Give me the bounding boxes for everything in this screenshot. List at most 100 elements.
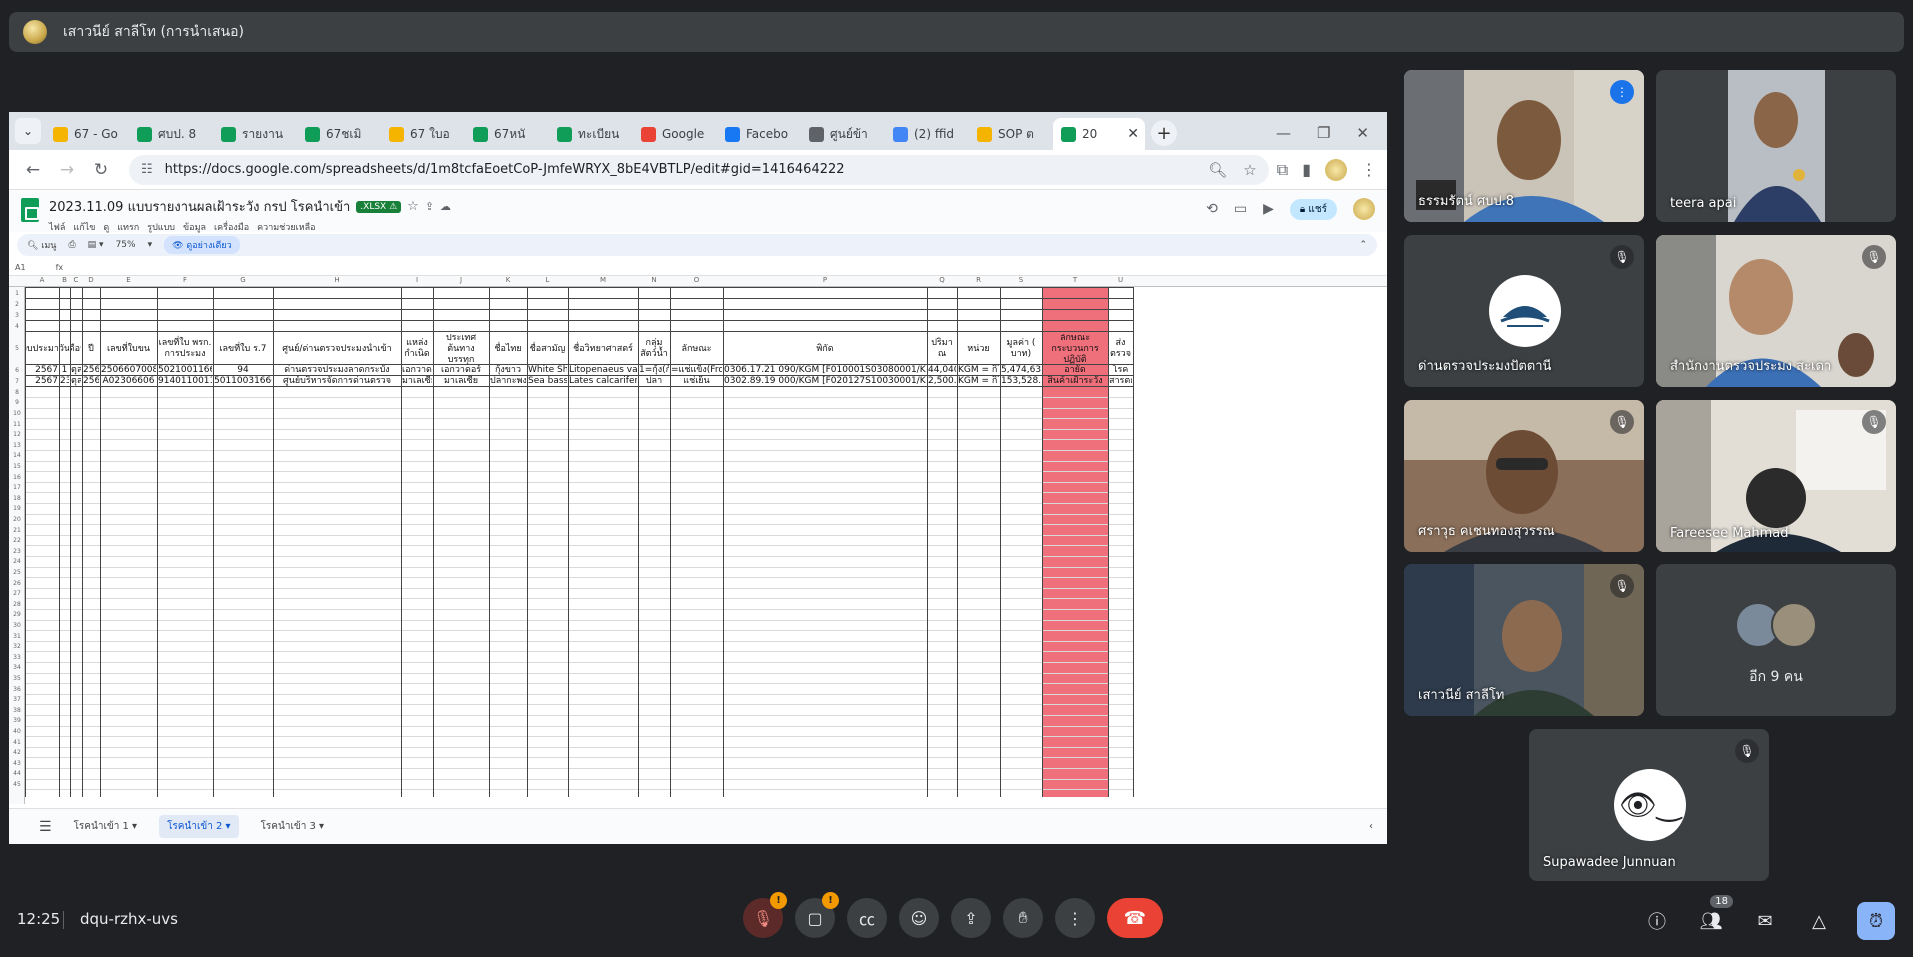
print-icon[interactable]: ⎙ — [68, 240, 75, 250]
browser-tab[interactable]: 67หนั — [465, 118, 549, 150]
browser-tab[interactable]: SOP ต — [969, 118, 1053, 150]
participant-tile[interactable]: 🎙︎ ด่านตรวจประมงปัตตานี — [1404, 235, 1644, 387]
zoom-select[interactable]: 75% — [116, 240, 136, 250]
data-cell[interactable]: 914011001166 — [158, 376, 212, 386]
view-only-chip[interactable]: 👁︎ ดูอย่างเดียว — [164, 236, 240, 254]
people-icon[interactable]: 👥︎ 18 — [1695, 895, 1733, 937]
close-window-icon[interactable]: ✕ — [1356, 124, 1369, 142]
raise-hand-button[interactable]: ✋︎ — [1003, 898, 1043, 938]
sheet-scroll-icon[interactable]: ‹ — [1369, 821, 1373, 832]
row-number[interactable]: 36 — [9, 686, 25, 693]
browser-tab[interactable]: 67 - Go — [45, 118, 129, 150]
end-call-button[interactable]: ☎︎ — [1107, 898, 1163, 938]
close-tab-icon[interactable]: ✕ — [1127, 126, 1139, 142]
sheets-menu-item[interactable]: เครื่องมือ — [214, 220, 249, 234]
row-number[interactable]: 7 — [9, 378, 25, 385]
data-cell[interactable]: 0302.89.19 000/KGM [F020127S10030001/KGM… — [724, 376, 926, 386]
column-letter[interactable]: G — [213, 276, 273, 284]
data-cell[interactable]: สินค้าเฝ้าระวัง — [1043, 376, 1107, 386]
doc-title[interactable]: 2023.11.09 แบบรายงานผลเฝ้าระวัง กรป โรคน… — [49, 196, 350, 217]
column-letter[interactable]: B — [59, 276, 70, 284]
participant-tile[interactable]: 🎙︎ Fareesee Mahmad — [1656, 400, 1896, 552]
extensions-icon[interactable]: ⧉ — [1277, 160, 1288, 180]
history-icon[interactable]: ⟲ — [1206, 201, 1218, 217]
browser-tab[interactable]: รายงาน — [213, 118, 297, 150]
row-number[interactable]: 9 — [9, 399, 25, 406]
browser-menu-icon[interactable]: ⋮ — [1361, 160, 1377, 179]
menu-search[interactable]: 🔍︎ เมนู — [27, 238, 56, 252]
row-number[interactable]: 24 — [9, 558, 25, 565]
participant-tile[interactable]: 👁︎‿ 🎙︎ Supawadee Junnuan — [1529, 729, 1769, 881]
row-number[interactable]: 44 — [9, 770, 25, 777]
header-cell[interactable]: ศูนย์/ด่านตรวจประมงนำเข้า — [274, 334, 400, 364]
row-number[interactable]: 38 — [9, 707, 25, 714]
column-letter[interactable]: N — [638, 276, 670, 284]
header-cell[interactable]: ชื่อไทย — [490, 334, 526, 364]
data-cell[interactable]: 1=กุ้ง(กุ้ง — [639, 365, 669, 375]
row-number[interactable]: 45 — [9, 781, 25, 788]
header-cell[interactable]: กลุ่ม สัตว์น้ำ — [639, 334, 669, 364]
column-letter[interactable]: D — [82, 276, 100, 284]
new-tab-button[interactable]: + — [1151, 120, 1177, 146]
data-cell[interactable]: ด่านตรวจประมงลาดกระบัง — [274, 365, 400, 375]
browser-tab[interactable]: ศูนย์ข้า — [801, 118, 885, 150]
header-cell[interactable]: มูลค่า ( บาท) — [1001, 334, 1041, 364]
data-cell[interactable]: ตุลาคม — [71, 365, 81, 375]
share-button[interactable]: 🔒︎ แชร์ — [1289, 198, 1337, 220]
participant-tile[interactable]: 🎙︎ เสาวนีย์ สาลีโท — [1404, 564, 1644, 716]
column-letter[interactable]: R — [957, 276, 1000, 284]
row-number[interactable]: 13 — [9, 442, 25, 449]
row-number[interactable]: 20 — [9, 516, 25, 523]
column-letter[interactable]: L — [527, 276, 568, 284]
row-number[interactable]: 25 — [9, 569, 25, 576]
data-cell[interactable]: กุ้งขาว — [490, 365, 526, 375]
header-cell[interactable]: พิกัด — [724, 334, 926, 364]
row-number[interactable]: 19 — [9, 505, 25, 512]
row-number[interactable]: 30 — [9, 622, 25, 629]
data-cell[interactable]: อายัด — [1043, 365, 1107, 375]
row-number[interactable]: 23 — [9, 548, 25, 555]
sheet-tab-chevron-icon[interactable]: ▾ — [316, 821, 324, 832]
address-bar[interactable]: ☷ https://docs.google.com/spreadsheets/d… — [129, 154, 1269, 185]
row-number[interactable]: 22 — [9, 537, 25, 544]
row-number[interactable]: 33 — [9, 654, 25, 661]
row-number[interactable]: 42 — [9, 749, 25, 756]
row-number[interactable]: 17 — [9, 484, 25, 491]
row-number[interactable]: 2 — [9, 301, 25, 308]
present-button[interactable]: ⇪ — [951, 898, 991, 938]
header-cell[interactable]: ลักษณะ — [671, 334, 722, 364]
column-letter[interactable]: I — [401, 276, 433, 284]
header-cell[interactable]: ส่ง ตรวจ — [1109, 334, 1132, 364]
browser-tab[interactable]: (2) ffid — [885, 118, 969, 150]
side-panel-icon[interactable]: ▮ — [1302, 160, 1311, 179]
participant-tile[interactable]: teera apai — [1656, 70, 1896, 222]
spreadsheet-grid[interactable]: ABCDEFGHIJKLMNOPQRSTU 1 2 3 4 5 6 7 8 9 10 11 12 13 1… — [9, 276, 1387, 804]
zoom-icon[interactable]: 🔍︎ — [1208, 161, 1227, 179]
meet-icon[interactable]: ▶ — [1263, 201, 1274, 217]
row-number[interactable]: 18 — [9, 495, 25, 502]
browser-tab[interactable]: ศบป. 8 — [129, 118, 213, 150]
header-cell[interactable]: เลขที่ใบ ร.7 — [214, 334, 272, 364]
browser-tab[interactable]: Facebo — [717, 118, 801, 150]
data-cell[interactable]: 153,528.00 — [1001, 376, 1041, 386]
restore-icon[interactable]: ❐ — [1317, 124, 1330, 142]
data-cell[interactable]: เอกวาดอร์ — [434, 365, 488, 375]
sheet-tab-chevron-icon[interactable]: ▾ — [222, 821, 231, 832]
column-letter[interactable]: A — [25, 276, 59, 284]
site-info-icon[interactable]: ☷ — [141, 162, 153, 177]
row-number[interactable]: 16 — [9, 474, 25, 481]
row-number[interactable]: 26 — [9, 580, 25, 587]
data-cell[interactable]: 94 — [214, 365, 272, 375]
data-cell[interactable]: A02306606 — [101, 376, 156, 386]
header-cell[interactable]: ประเทศ ต้นทางบรรทุก — [434, 334, 488, 364]
meeting-info-icon[interactable]: ⓘ — [1641, 905, 1673, 937]
row-number[interactable]: 43 — [9, 760, 25, 767]
data-cell[interactable]: เอกวาดอร์ — [402, 365, 432, 375]
column-letter[interactable]: P — [723, 276, 927, 284]
emoji-button[interactable]: ☺ — [899, 898, 939, 938]
header-cell[interactable]: เดือน — [71, 334, 81, 364]
data-cell[interactable]: 0306.17.21 090/KGM [F010001S03080001/KGM… — [724, 365, 926, 375]
host-controls-icon[interactable]: ⏰︎ — [1857, 902, 1895, 940]
sheet-tab[interactable]: โรคนำเข้า 3 ▾ — [261, 819, 325, 834]
star-icon[interactable]: ☆ — [407, 199, 419, 214]
